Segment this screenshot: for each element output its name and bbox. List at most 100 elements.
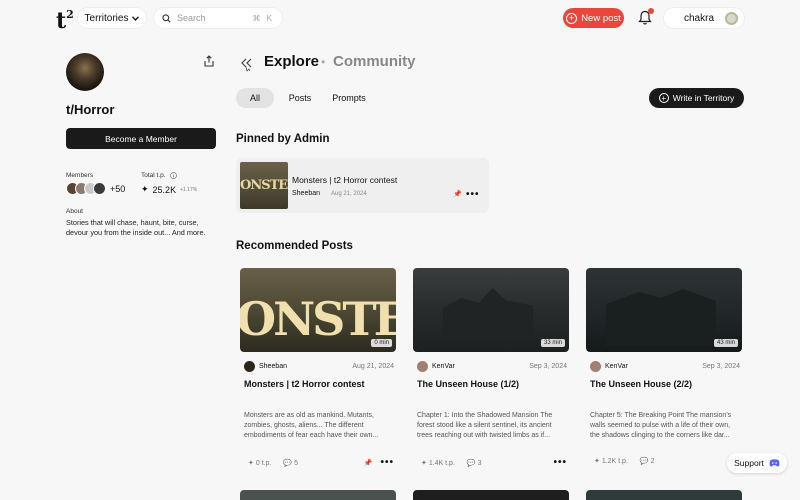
search-icon [162,13,171,23]
thumbnail-text: ONSTE [240,178,288,193]
post-title[interactable]: The Unseen House (1/2) [417,379,519,389]
post-meta: KenVar Sep 3, 2024 [590,361,740,372]
sparkle-icon: ✦ [141,184,149,194]
cover-text: ONSTE [240,292,396,346]
tp-count[interactable]: ✦ 1.2K t.p. [594,457,628,465]
pin-icon: 📌 [453,191,462,198]
double-chevron-left-icon[interactable] [241,58,253,72]
tp-count[interactable]: ✦ 0 t.p. [248,459,271,467]
notification-badge [648,8,654,14]
read-duration: 33 min [540,339,565,347]
member-avatars [66,182,106,195]
territories-dropdown[interactable]: Territories [78,8,146,28]
total-tp-change: +1.17% [180,186,198,193]
search-placeholder: Search [177,13,206,23]
post-cover-image[interactable] [413,490,569,500]
pinned-post-date: Aug 21, 2024 [331,191,367,197]
pinned-section-title: Pinned by Admin [236,133,330,145]
more-options-icon[interactable]: ••• [380,457,394,468]
post-cover-image[interactable] [240,490,396,500]
plus-icon: + [658,93,669,103]
comment-count[interactable]: 💬 3 [467,459,482,467]
post-author[interactable]: KenVar [432,363,455,370]
breadcrumb-separator: • [321,55,326,69]
post-meta: Sheeban Aug 21, 2024 [244,361,394,372]
post-card[interactable]: 33 min KenVar Sep 3, 2024 The Unseen Hou… [413,268,569,468]
author-avatar [244,361,255,372]
post-excerpt: Chapter 5: The Breaking Point The mansio… [590,412,732,439]
tab-all[interactable]: All [236,88,274,108]
post-title[interactable]: Monsters | t2 Horror contest [244,379,365,389]
member-avatar [93,182,106,195]
breadcrumb-explore[interactable]: Explore [264,53,319,70]
support-button[interactable]: Support [727,453,787,473]
post-author[interactable]: Sheeban [259,363,287,370]
post-footer: ✦ 0 t.p. 💬 5 📌 ••• [248,457,394,468]
discord-icon [769,459,780,467]
share-icon[interactable] [203,55,215,67]
members-count: +50 [110,184,126,194]
comment-count[interactable]: 💬 5 [283,459,298,467]
chevron-down-icon [132,15,140,21]
comment-value: 5 [294,459,298,467]
new-post-label: New post [581,12,621,24]
post-card[interactable]: ONSTE 0 min Sheeban Aug 21, 2024 Monster… [240,268,396,468]
post-date: Sep 3, 2024 [702,363,740,370]
about-label: About [66,208,83,215]
search-shortcut: ⌘ K [252,13,274,23]
total-tp-header: Total t.p. [141,172,177,179]
write-label: Write in Territory [672,93,735,103]
post-date: Sep 3, 2024 [529,363,567,370]
comment-count[interactable]: 💬 2 [640,457,655,465]
post-title[interactable]: The Unseen House (2/2) [590,379,692,389]
post-footer: ✦ 1.2K t.p. 💬 2 [594,457,740,465]
recommended-section-title: Recommended Posts [236,240,353,252]
post-footer: ✦ 1.4K t.p. 💬 3 ••• [421,457,567,468]
total-tp-label: Total t.p. [141,172,166,179]
read-duration: 0 min [371,339,392,347]
info-icon[interactable] [169,172,177,179]
post-meta: KenVar Sep 3, 2024 [417,361,567,372]
members-label: Members [66,172,94,179]
pinned-post-card[interactable]: ONSTE Monsters | t2 Horror contest Sheeb… [236,158,489,213]
read-duration: 43 min [713,339,738,347]
territory-name: t/Horror [66,102,115,117]
pin-icon: 📌 [363,459,373,467]
author-avatar [590,361,601,372]
post-cover-image: 33 min [413,268,569,352]
pinned-post-thumbnail: ONSTE [240,162,288,209]
comment-icon: 💬 [283,459,293,467]
become-member-button[interactable]: Become a Member [66,128,216,149]
support-label: Support [734,458,764,468]
tab-posts[interactable]: Posts [282,88,318,108]
search-bar[interactable]: Search ⌘ K [154,8,282,28]
more-options-icon[interactable]: ••• [553,457,567,468]
pinned-post-author[interactable]: Sheeban [292,190,320,197]
territory-avatar [66,53,104,91]
more-options-icon[interactable]: ••• [466,189,480,200]
write-in-territory-button[interactable]: + Write in Territory [649,88,744,108]
about-text: Stories that will chase, haunt, bite, cu… [66,218,206,237]
username: chakra [684,12,715,24]
tp-count[interactable]: ✦ 1.4K t.p. [421,459,455,467]
t2-logo[interactable]: t2 [56,8,74,34]
pinned-post-title: Monsters | t2 Horror contest [292,175,398,185]
user-menu[interactable]: chakra [664,8,744,28]
post-date: Aug 21, 2024 [352,363,394,370]
comment-icon: 💬 [639,458,649,465]
total-tp-value: 25.2K [152,184,177,195]
post-excerpt: Monsters are as old as mankind. Mutants,… [244,412,379,439]
tp-value: 1.4K t.p. [428,459,455,467]
breadcrumb-community[interactable]: Community [333,53,416,70]
mansion-silhouette [443,288,533,338]
total-tp: ✦ 25.2K +1.17% [141,184,197,195]
comment-icon: 💬 [466,459,476,467]
post-cover-image: ONSTE 0 min [240,268,396,352]
post-excerpt: Chapter 1: Into the Shadowed Mansion The… [417,412,553,439]
post-cover-image[interactable] [586,490,742,500]
tab-prompts[interactable]: Prompts [328,88,370,108]
tp-value: 1.2K t.p. [601,458,628,465]
post-author[interactable]: KenVar [605,363,628,370]
post-card[interactable]: 43 min KenVar Sep 3, 2024 The Unseen Hou… [586,268,742,465]
new-post-button[interactable]: + New post [563,8,624,28]
